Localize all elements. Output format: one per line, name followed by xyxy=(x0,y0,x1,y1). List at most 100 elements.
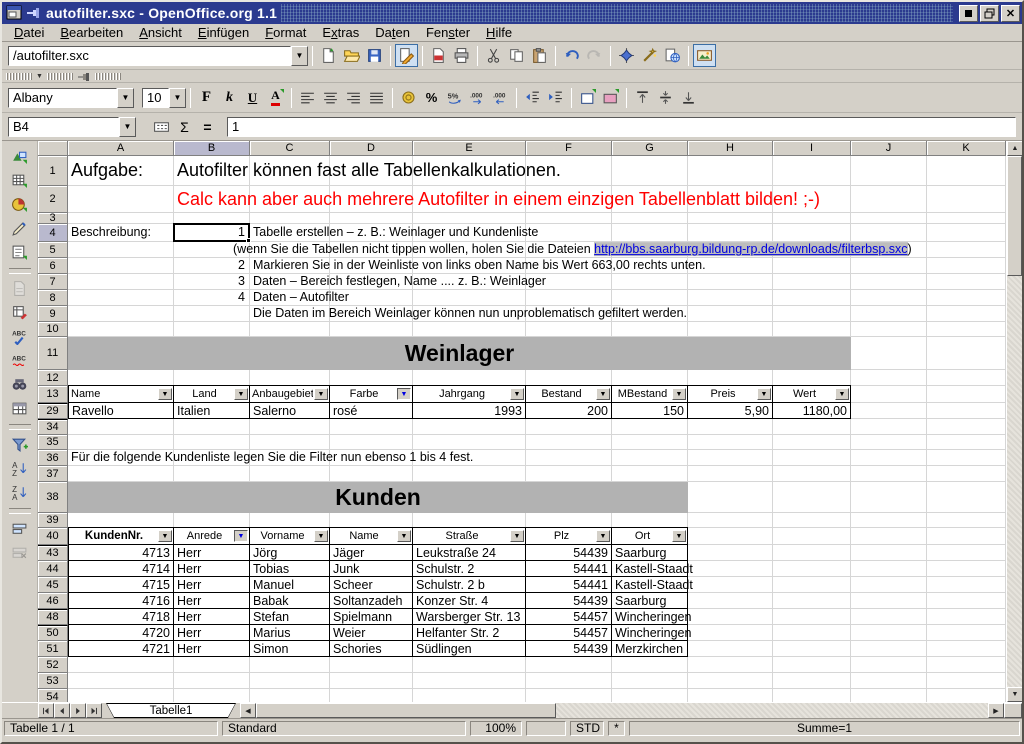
previous-sheet-icon[interactable] xyxy=(54,703,70,718)
filter-header-kundennr[interactable]: KundenNr.▼ xyxy=(68,527,174,545)
cell-I53[interactable] xyxy=(773,673,851,689)
cell-K29[interactable] xyxy=(927,403,1006,419)
cell-K45[interactable] xyxy=(927,577,1006,593)
cell-G36[interactable] xyxy=(612,450,688,466)
autofilter-dropdown-icon[interactable]: ▼ xyxy=(397,530,411,542)
cell-K1[interactable] xyxy=(927,156,1006,186)
cell-C54[interactable] xyxy=(250,689,330,702)
cell-H40[interactable] xyxy=(688,528,773,545)
row-header-8[interactable]: 8 xyxy=(38,290,68,306)
banner-weinlager[interactable]: Weinlager xyxy=(68,337,851,370)
cell-B45[interactable]: Herr xyxy=(174,577,250,593)
cell-A3[interactable] xyxy=(68,213,174,224)
cell-C35[interactable] xyxy=(250,435,330,450)
cell-I52[interactable] xyxy=(773,657,851,673)
row-header-13[interactable]: 13 xyxy=(38,386,68,403)
cell-I1[interactable] xyxy=(773,156,851,186)
active-cell-selection[interactable] xyxy=(173,223,250,242)
cell-E48[interactable]: Warsberger Str. 13 xyxy=(413,609,526,625)
cell-E3[interactable] xyxy=(413,213,526,224)
cell-E29[interactable]: 1993 xyxy=(413,403,526,419)
cell-F46[interactable]: 54439 xyxy=(526,593,612,609)
cell-B7[interactable]: 3 xyxy=(174,275,248,289)
row-header-50[interactable]: 50 xyxy=(38,625,68,641)
cell-A45[interactable]: 4715 xyxy=(68,577,174,593)
cell-H45[interactable] xyxy=(688,577,773,593)
cell-G44[interactable]: Kastell-Staadt xyxy=(612,561,688,577)
row-header-46[interactable]: 46 xyxy=(38,593,68,609)
cell-K44[interactable] xyxy=(927,561,1006,577)
cell-F43[interactable]: 54439 xyxy=(526,545,612,561)
cell-I12[interactable] xyxy=(773,370,851,386)
cell-E46[interactable]: Konzer Str. 4 xyxy=(413,593,526,609)
scroll-down-icon[interactable]: ▼ xyxy=(1007,687,1023,702)
save-icon[interactable] xyxy=(363,44,386,67)
font-size-field[interactable]: 10 xyxy=(142,88,169,108)
scroll-right-icon[interactable]: ▶ xyxy=(988,703,1004,718)
cell-H46[interactable] xyxy=(688,593,773,609)
cell-K11[interactable] xyxy=(927,337,1006,370)
scrollbar-corner[interactable] xyxy=(1004,703,1022,718)
cell-K50[interactable] xyxy=(927,625,1006,641)
cell-F51[interactable]: 54439 xyxy=(526,641,612,657)
autofilter-dropdown-icon[interactable]: ▼ xyxy=(314,388,328,400)
cell-I51[interactable] xyxy=(773,641,851,657)
cell-J13[interactable] xyxy=(851,386,927,403)
pin-icon[interactable] xyxy=(26,6,42,20)
cell-C37[interactable] xyxy=(250,466,330,482)
cell-K52[interactable] xyxy=(927,657,1006,673)
column-header-F[interactable]: F xyxy=(526,141,612,156)
align-top-icon[interactable] xyxy=(631,86,654,109)
cell-G29[interactable]: 150 xyxy=(612,403,688,419)
cell-J4[interactable] xyxy=(851,224,927,242)
cell-D53[interactable] xyxy=(330,673,413,689)
navigator-icon[interactable] xyxy=(615,44,638,67)
first-sheet-icon[interactable] xyxy=(38,703,54,718)
row-header-3[interactable]: 3 xyxy=(38,213,68,224)
cell-B50[interactable]: Herr xyxy=(174,625,250,641)
cell-A43[interactable]: 4713 xyxy=(68,545,174,561)
cell-E37[interactable] xyxy=(413,466,526,482)
cell-K9[interactable] xyxy=(927,306,1006,322)
cell-B2[interactable]: Calc kann aber auch mehrere Autofilter i… xyxy=(174,190,823,210)
cell-G51[interactable]: Merzkirchen xyxy=(612,641,688,657)
last-sheet-icon[interactable] xyxy=(86,703,102,718)
cell-F34[interactable] xyxy=(526,419,612,435)
filter-header-farbe[interactable]: Farbe▼ xyxy=(329,385,413,403)
filter-header-anbaugebiet[interactable]: Anbaugebiet▼ xyxy=(249,385,330,403)
cell-I8[interactable] xyxy=(773,290,851,306)
cell-B1[interactable]: Autofilter können fast alle Tabellenkalk… xyxy=(174,161,564,181)
cell-G39[interactable] xyxy=(612,513,688,528)
column-header-C[interactable]: C xyxy=(250,141,330,156)
cell-B29[interactable]: Italien xyxy=(174,403,250,419)
cell-I37[interactable] xyxy=(773,466,851,482)
cell-B34[interactable] xyxy=(174,419,250,435)
cell-G35[interactable] xyxy=(612,435,688,450)
cell-B5[interactable]: (wenn Sie die Tabellen nicht tippen woll… xyxy=(230,243,915,257)
decrease-indent-icon[interactable] xyxy=(521,86,544,109)
cell-I44[interactable] xyxy=(773,561,851,577)
cell-A9[interactable] xyxy=(68,306,174,322)
autofilter-icon[interactable] xyxy=(8,433,32,456)
undo-icon[interactable] xyxy=(560,44,583,67)
cell-E35[interactable] xyxy=(413,435,526,450)
fill-handle[interactable] xyxy=(246,238,251,243)
scroll-left-icon[interactable]: ◀ xyxy=(240,703,256,718)
cell-I43[interactable] xyxy=(773,545,851,561)
paste-icon[interactable] xyxy=(528,44,551,67)
cell-F53[interactable] xyxy=(526,673,612,689)
filter-header-bestand[interactable]: Bestand▼ xyxy=(525,385,612,403)
cell-G7[interactable] xyxy=(612,274,688,290)
cell-A10[interactable] xyxy=(68,322,174,337)
column-header-G[interactable]: G xyxy=(612,141,688,156)
column-header-J[interactable]: J xyxy=(851,141,927,156)
cell-K3[interactable] xyxy=(927,213,1006,224)
percent-icon[interactable]: % xyxy=(420,86,443,109)
cell-E53[interactable] xyxy=(413,673,526,689)
row-header-43[interactable]: 43 xyxy=(38,545,68,561)
cell-G53[interactable] xyxy=(612,673,688,689)
font-name-dropdown-icon[interactable]: ▼ xyxy=(117,88,134,108)
column-header-E[interactable]: E xyxy=(413,141,526,156)
cell-K10[interactable] xyxy=(927,322,1006,337)
cell-H50[interactable] xyxy=(688,625,773,641)
